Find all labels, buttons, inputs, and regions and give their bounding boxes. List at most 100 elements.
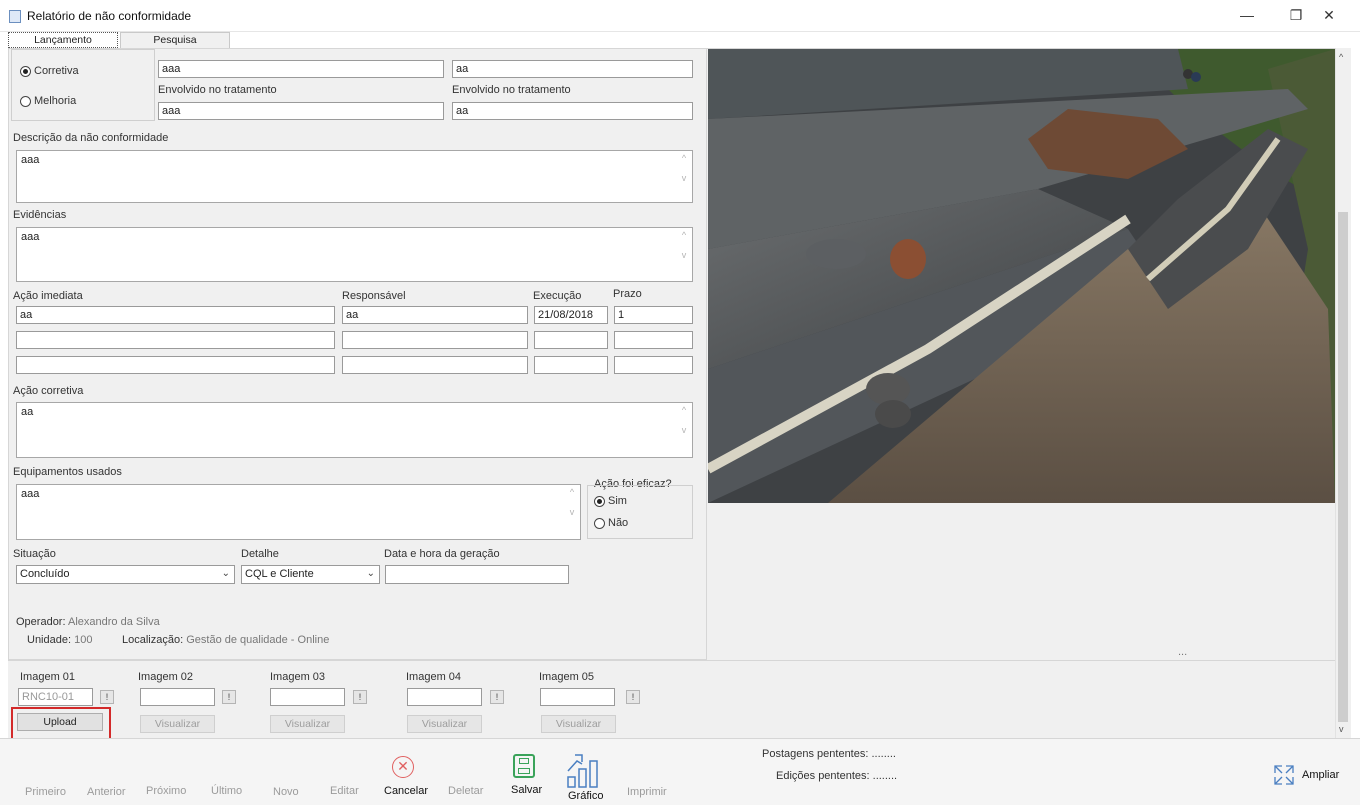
radio-melhoria[interactable] <box>20 96 31 107</box>
evidence-scroll-icon[interactable]: ^ v <box>678 230 690 279</box>
immediate-action-field-2[interactable] <box>16 331 335 349</box>
image-01-label: Imagem 01 <box>20 671 76 683</box>
previous-button[interactable]: Anterior <box>87 786 126 798</box>
deadline-field-3[interactable] <box>614 356 693 374</box>
datetime-label: Data e hora da geração <box>384 548 500 560</box>
image-01-info-button[interactable]: ! <box>100 690 114 704</box>
corrective-text: aa <box>21 406 34 418</box>
save-icon[interactable] <box>513 754 535 778</box>
responsible-field-2[interactable] <box>342 331 528 349</box>
field-row2-right[interactable]: aa <box>452 102 693 120</box>
image-04-view-button[interactable]: Visualizar <box>407 715 482 733</box>
field-row2-left[interactable]: aaa <box>158 102 444 120</box>
upload-button[interactable]: Upload <box>17 713 103 731</box>
equipment-textarea[interactable]: aaa ^ v <box>16 484 581 540</box>
cancel-icon[interactable]: ✕ <box>392 756 414 778</box>
deadline-field-2[interactable] <box>614 331 693 349</box>
involved-left-label: Envolvido no tratamento <box>158 84 277 96</box>
location-value: Gestão de qualidade - Online <box>186 634 330 646</box>
operator-value: Alexandro da Silva <box>67 616 160 628</box>
involved-right-label: Envolvido no tratamento <box>452 84 571 96</box>
execution-field-1[interactable]: 21/08/2018 <box>534 306 608 324</box>
expand-button[interactable]: Ampliar <box>1302 769 1339 781</box>
new-button[interactable]: Novo <box>273 786 299 798</box>
detail-value: CQL e Cliente <box>245 568 314 580</box>
image-05-info-button[interactable]: ! <box>626 690 640 704</box>
unit-value: 100 <box>74 634 93 646</box>
last-button[interactable]: Último <box>211 785 242 797</box>
responsible-label: Responsável <box>342 290 406 302</box>
minimize-button[interactable]: — <box>1232 4 1262 26</box>
execution-field-3[interactable] <box>534 356 608 374</box>
print-button[interactable]: Imprimir <box>627 786 667 798</box>
save-button[interactable]: Salvar <box>511 784 542 796</box>
field-row1-left[interactable]: aaa <box>158 60 444 78</box>
navigation-toolbar: Primeiro Anterior Próximo Último Novo Ed… <box>0 738 1360 805</box>
chart-button[interactable]: Gráfico <box>568 790 603 802</box>
description-text: aaa <box>21 154 40 166</box>
radio-corretiva[interactable] <box>20 66 31 77</box>
evidence-label: Evidências <box>13 209 67 221</box>
image-02-label: Imagem 02 <box>138 671 194 683</box>
detail-select[interactable]: CQL e Cliente ⌄ <box>241 565 380 584</box>
tab-pesquisa[interactable]: Pesquisa <box>120 32 230 48</box>
chart-icon[interactable] <box>565 753 601 789</box>
execution-field-2[interactable] <box>534 331 608 349</box>
delete-button[interactable]: Deletar <box>448 785 483 797</box>
image-05-field[interactable] <box>540 688 615 706</box>
image-03-info-button[interactable]: ! <box>353 690 367 704</box>
images-bar: Imagem 01 RNC10-01 ! Imagem 02 ! Imagem … <box>8 660 1335 742</box>
responsible-field-3[interactable] <box>342 356 528 374</box>
image-04-label: Imagem 04 <box>406 671 462 683</box>
image-04-field[interactable] <box>407 688 482 706</box>
equipment-text: aaa <box>21 488 40 500</box>
deadline-field-1[interactable]: 1 <box>614 306 693 324</box>
immediate-action-field-3[interactable] <box>16 356 335 374</box>
window-title: Relatório de não conformidade <box>27 9 192 23</box>
close-button[interactable]: ✕ <box>1314 4 1344 26</box>
next-button[interactable]: Próximo <box>146 785 186 797</box>
edit-button[interactable]: Editar <box>330 785 359 797</box>
immediate-action-field-1[interactable]: aa <box>16 306 335 324</box>
pending-posts-value: ........ <box>871 748 896 760</box>
scroll-down-icon[interactable]: v <box>1339 724 1344 734</box>
chevron-down-icon: ⌄ <box>221 568 230 579</box>
image-02-field[interactable] <box>140 688 215 706</box>
corrective-textarea[interactable]: aa ^ v <box>16 402 693 458</box>
image-02-info-button[interactable]: ! <box>222 690 236 704</box>
scrollbar-thumb[interactable] <box>1338 212 1348 722</box>
detail-label: Detalhe <box>241 548 279 560</box>
equipment-scroll-icon[interactable]: ^ v <box>566 487 578 537</box>
description-textarea[interactable]: aaa ^ v <box>16 150 693 203</box>
radio-sim[interactable] <box>594 496 605 507</box>
description-scroll-icon[interactable]: ^ v <box>678 153 690 200</box>
corrective-scroll-icon[interactable]: ^ v <box>678 405 690 455</box>
expand-icon[interactable] <box>1273 764 1295 786</box>
corrective-label: Ação corretiva <box>13 385 84 397</box>
image-04-info-button[interactable]: ! <box>490 690 504 704</box>
image-03-view-button[interactable]: Visualizar <box>270 715 345 733</box>
evidence-textarea[interactable]: aaa ^ v <box>16 227 693 282</box>
situation-label: Situação <box>13 548 56 560</box>
image-02-view-button[interactable]: Visualizar <box>140 715 215 733</box>
tab-lancamento[interactable]: Lançamento <box>8 32 118 48</box>
radio-nao[interactable] <box>594 518 605 529</box>
restore-button[interactable]: ❐ <box>1281 4 1311 26</box>
situation-select[interactable]: Concluído ⌄ <box>16 565 235 584</box>
field-row1-right[interactable]: aa <box>452 60 693 78</box>
pending-edits-label: Edições pententes: <box>776 770 870 782</box>
image-01-field[interactable]: RNC10-01 <box>18 688 93 706</box>
image-05-label: Imagem 05 <box>539 671 595 683</box>
responsible-field-1[interactable]: aa <box>342 306 528 324</box>
cancel-button[interactable]: Cancelar <box>384 785 428 797</box>
scroll-up-icon[interactable]: ^ <box>1339 52 1343 62</box>
pending-posts: Postagens pententes: ........ <box>762 748 896 760</box>
first-button[interactable]: Primeiro <box>25 786 66 798</box>
description-label: Descrição da não conformidade <box>13 132 169 144</box>
datetime-field[interactable] <box>385 565 569 584</box>
evidence-text: aaa <box>21 231 40 243</box>
unit-info: Unidade: 100 <box>27 634 92 646</box>
image-03-field[interactable] <box>270 688 345 706</box>
unit-label: Unidade: <box>27 634 72 646</box>
image-05-view-button[interactable]: Visualizar <box>541 715 616 733</box>
